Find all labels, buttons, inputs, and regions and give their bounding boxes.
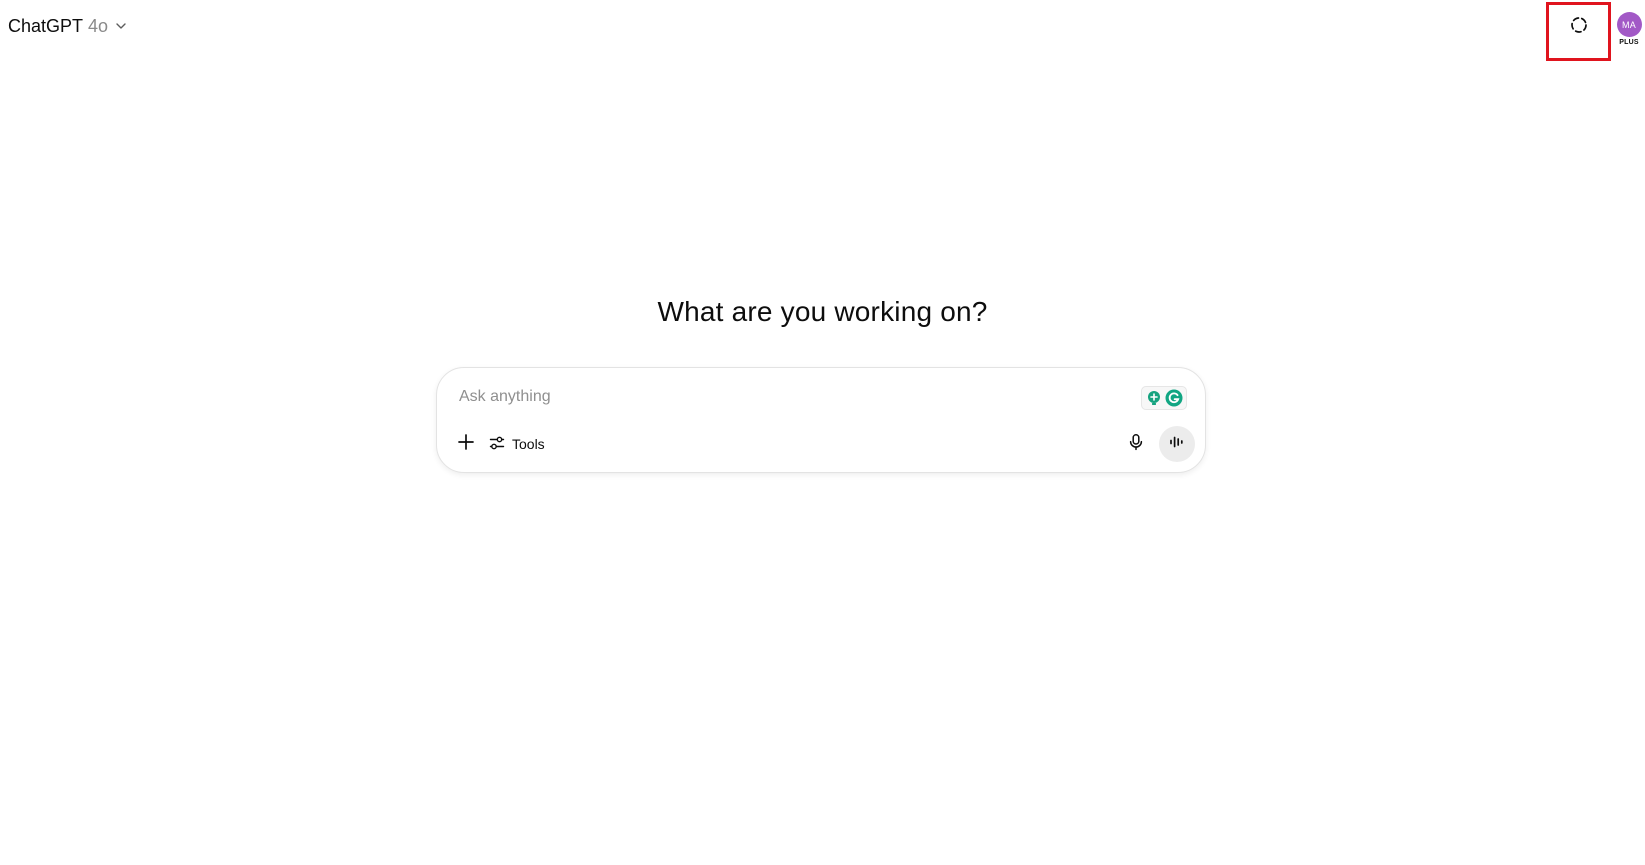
prompt-input[interactable] xyxy=(457,382,1117,412)
chevron-down-icon xyxy=(115,20,127,32)
tools-label: Tools xyxy=(512,436,545,452)
page-title: What are you working on? xyxy=(657,296,988,327)
grammarly-icon[interactable] xyxy=(1165,389,1183,407)
model-name: ChatGPT xyxy=(8,15,84,36)
attach-button[interactable] xyxy=(449,427,483,461)
temporary-chat-button[interactable] xyxy=(1546,2,1611,61)
plan-badge: PLUS xyxy=(1619,39,1639,46)
dashed-circle-icon xyxy=(1561,7,1597,43)
model-version: 4o xyxy=(88,15,109,36)
profile-menu[interactable]: MA PLUS xyxy=(1614,12,1644,46)
avatar[interactable]: MA xyxy=(1616,12,1642,37)
prompt-composer: Tools xyxy=(436,367,1206,473)
extension-icons xyxy=(1141,386,1187,410)
voice-mode-button[interactable] xyxy=(1159,426,1195,462)
voice-waveform-icon xyxy=(1168,433,1186,456)
composer-toolbar: Tools xyxy=(449,426,1195,462)
tools-button[interactable]: Tools xyxy=(483,427,555,461)
sliders-icon xyxy=(489,435,505,454)
model-switcher[interactable]: ChatGPT 4o xyxy=(8,12,131,40)
microphone-icon xyxy=(1127,433,1145,456)
plus-icon xyxy=(457,433,475,456)
dictate-button[interactable] xyxy=(1119,427,1153,461)
lightbulb-plus-icon[interactable] xyxy=(1145,389,1163,407)
